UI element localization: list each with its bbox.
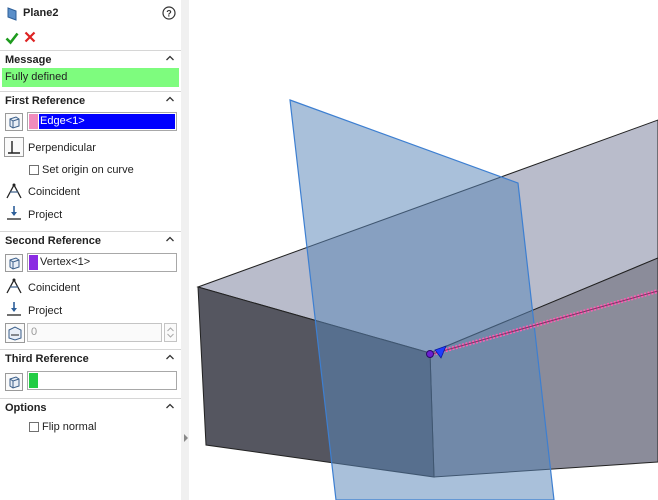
first-reference-swatch — [29, 114, 38, 129]
coincident-icon[interactable] — [5, 277, 23, 298]
collapse-chevron-icon[interactable] — [165, 94, 175, 104]
reference-plane[interactable] — [289, 99, 555, 500]
options-header-label: Options — [5, 402, 47, 414]
first-reference-highlight: Edge<1> — [39, 114, 175, 129]
distance-value: 0 — [31, 326, 38, 338]
splitter-grip-icon[interactable] — [184, 434, 188, 442]
message-header-label: Message — [5, 54, 52, 66]
second-reference-swatch — [29, 255, 38, 270]
third-reference-label: Third Reference — [5, 353, 89, 365]
reference-entity-icon — [5, 373, 23, 391]
message-section-header[interactable]: Message — [0, 50, 181, 70]
project-icon[interactable] — [5, 204, 23, 225]
second-reference-header[interactable]: Second Reference — [0, 231, 181, 251]
reference-entity-icon — [5, 254, 23, 272]
first-reference-selection-box[interactable]: Edge<1> — [27, 112, 177, 131]
collapse-chevron-icon[interactable] — [165, 352, 175, 362]
distance-button[interactable] — [5, 323, 25, 343]
ok-checkmark-icon[interactable] — [5, 31, 19, 48]
third-reference-header[interactable]: Third Reference — [0, 349, 181, 369]
project-label: Project — [28, 209, 63, 221]
second-coincident-label: Coincident — [28, 282, 80, 294]
first-reference-label: First Reference — [5, 95, 86, 107]
collapse-chevron-icon[interactable] — [165, 401, 175, 411]
perpendicular-label: Perpendicular — [28, 142, 96, 154]
help-icon[interactable]: ? — [162, 6, 176, 23]
graphics-viewport[interactable] — [189, 0, 658, 500]
options-section-header[interactable]: Options — [0, 398, 181, 418]
selected-vertex — [426, 350, 434, 358]
coincident-label: Coincident — [28, 186, 80, 198]
feature-title: Plane2 — [23, 7, 59, 19]
message-text: Fully defined — [5, 71, 68, 83]
model-scene[interactable] — [189, 0, 658, 500]
perpendicular-button[interactable] — [4, 137, 24, 157]
cancel-x-icon[interactable] — [24, 31, 36, 46]
plane-feature-icon — [6, 7, 18, 24]
reference-entity-icon — [5, 113, 23, 131]
second-project-label: Project — [28, 305, 63, 317]
flip-normal-label: Flip normal — [42, 421, 97, 433]
set-origin-label: Set origin on curve — [42, 164, 134, 176]
second-reference-selection-box[interactable]: Vertex<1> — [27, 253, 177, 272]
distance-input[interactable]: 0 — [27, 323, 162, 342]
svg-text:?: ? — [166, 9, 172, 19]
collapse-chevron-icon[interactable] — [165, 234, 175, 244]
collapse-chevron-icon[interactable] — [165, 53, 175, 63]
coincident-icon[interactable] — [5, 182, 23, 203]
first-reference-value: Edge<1> — [40, 115, 85, 127]
third-reference-selection-box[interactable] — [27, 371, 177, 390]
message-status-box: Fully defined — [2, 68, 179, 87]
third-reference-swatch — [29, 373, 38, 388]
property-manager-panel: Plane2 ? Message Fully defined First Ref… — [0, 0, 182, 500]
distance-spinner[interactable] — [164, 323, 177, 342]
second-reference-label: Second Reference — [5, 235, 101, 247]
first-reference-header[interactable]: First Reference — [0, 91, 181, 111]
flip-normal-checkbox[interactable] — [29, 422, 39, 432]
second-reference-value: Vertex<1> — [40, 256, 91, 268]
set-origin-checkbox[interactable] — [29, 165, 39, 175]
project-icon[interactable] — [5, 300, 23, 321]
